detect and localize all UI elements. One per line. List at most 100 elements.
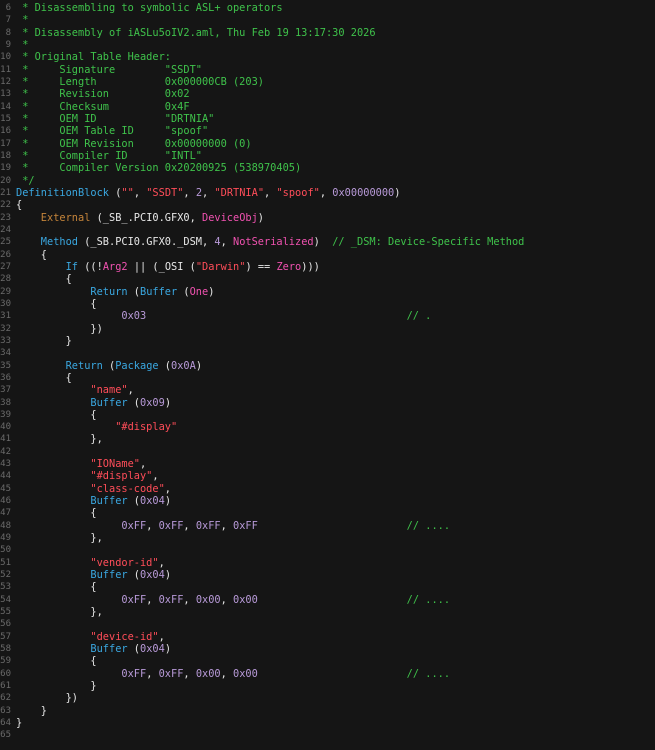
code-token: "vendor-id" bbox=[16, 556, 159, 569]
code-line[interactable]: 49 }, bbox=[0, 532, 655, 544]
code-token: 0xFF bbox=[195, 519, 221, 532]
code-line[interactable]: 39 { bbox=[0, 409, 655, 421]
code-line[interactable]: 41 }, bbox=[0, 433, 655, 445]
code-line[interactable]: 65 bbox=[0, 729, 655, 741]
code-line[interactable]: 31 0x03 // . bbox=[0, 310, 655, 322]
code-line[interactable]: 37 "name", bbox=[0, 384, 655, 396]
code-line[interactable]: 64} bbox=[0, 717, 655, 729]
code-editor[interactable]: 6 * Disassembling to symbolic ASL+ opera… bbox=[0, 0, 655, 750]
code-line[interactable]: 35 Return (Package (0x0A) bbox=[0, 360, 655, 372]
code-token: * Compiler Version 0x20200925 (538970405… bbox=[16, 162, 302, 175]
line-number: 52 bbox=[0, 570, 11, 581]
code-token: // .... bbox=[406, 519, 451, 532]
code-line[interactable]: 32 }) bbox=[0, 323, 655, 335]
line-text: */ bbox=[16, 175, 34, 187]
line-number: 57 bbox=[0, 631, 11, 642]
code-line[interactable]: 45 "class-code", bbox=[0, 483, 655, 495]
code-line[interactable]: 47 { bbox=[0, 507, 655, 519]
code-line[interactable]: 63 } bbox=[0, 705, 655, 717]
code-line[interactable]: 10 * Original Table Header: bbox=[0, 51, 655, 63]
code-line[interactable]: 33 } bbox=[0, 335, 655, 347]
code-line[interactable]: 50 bbox=[0, 544, 655, 556]
code-line[interactable]: 27 If ((!Arg2 || (_OSI ("Darwin") == Zer… bbox=[0, 261, 655, 273]
code-line[interactable]: 30 { bbox=[0, 298, 655, 310]
line-text: * Compiler ID "INTL" bbox=[16, 150, 202, 162]
code-token: ( bbox=[102, 359, 116, 372]
code-line[interactable]: 23 External (_SB_.PCI0.GFX0, DeviceObj) bbox=[0, 212, 655, 224]
code-token: } bbox=[16, 704, 47, 717]
code-line[interactable]: 46 Buffer (0x04) bbox=[0, 495, 655, 507]
code-line[interactable]: 17 * OEM Revision 0x00000000 (0) bbox=[0, 138, 655, 150]
code-token: ((! bbox=[78, 260, 103, 273]
code-line[interactable]: 52 Buffer (0x04) bbox=[0, 569, 655, 581]
code-token: }) bbox=[16, 322, 103, 335]
code-line[interactable]: 29 Return (Buffer (One) bbox=[0, 286, 655, 298]
line-number: 22 bbox=[0, 200, 11, 211]
line-text: * Compiler Version 0x20200925 (538970405… bbox=[16, 162, 301, 174]
line-number: 40 bbox=[0, 422, 11, 433]
code-token: { bbox=[16, 507, 97, 520]
code-line[interactable]: 36 { bbox=[0, 372, 655, 384]
code-line[interactable]: 13 * Revision 0x02 bbox=[0, 88, 655, 100]
code-line[interactable]: 19 * Compiler Version 0x20200925 (538970… bbox=[0, 162, 655, 174]
code-line[interactable]: 43 "IOName", bbox=[0, 458, 655, 470]
line-number: 28 bbox=[0, 274, 11, 285]
code-line[interactable]: 48 0xFF, 0xFF, 0xFF, 0xFF // .... bbox=[0, 520, 655, 532]
code-line[interactable]: 40 "#display" bbox=[0, 421, 655, 433]
code-line[interactable]: 8 * Disassembly of iASLu5oIV2.aml, Thu F… bbox=[0, 27, 655, 39]
line-number: 21 bbox=[0, 187, 11, 198]
code-line[interactable]: 15 * OEM ID "DRTNIA" bbox=[0, 113, 655, 125]
code-line[interactable]: 60 0xFF, 0xFF, 0x00, 0x00 // .... bbox=[0, 668, 655, 680]
code-line[interactable]: 11 * Signature "SSDT" bbox=[0, 64, 655, 76]
code-line[interactable]: 26 { bbox=[0, 249, 655, 261]
code-line[interactable]: 20 */ bbox=[0, 175, 655, 187]
code-line[interactable]: 14 * Checksum 0x4F bbox=[0, 101, 655, 113]
code-line[interactable]: 18 * Compiler ID "INTL" bbox=[0, 150, 655, 162]
code-token: * OEM ID "DRTNIA" bbox=[16, 112, 215, 125]
code-line[interactable]: 62 }) bbox=[0, 692, 655, 704]
code-line[interactable]: 55 }, bbox=[0, 606, 655, 618]
code-line[interactable]: 6 * Disassembling to symbolic ASL+ opera… bbox=[0, 2, 655, 14]
code-token: "name" bbox=[16, 384, 128, 397]
code-token: }, bbox=[16, 532, 103, 545]
code-token: }, bbox=[16, 606, 103, 619]
code-line[interactable]: 58 Buffer (0x04) bbox=[0, 643, 655, 655]
line-number: 10 bbox=[0, 52, 11, 63]
code-line[interactable]: 7 * bbox=[0, 14, 655, 26]
code-line[interactable]: 38 Buffer (0x09) bbox=[0, 397, 655, 409]
line-number: 53 bbox=[0, 582, 11, 593]
code-line[interactable]: 61 } bbox=[0, 680, 655, 692]
code-token: 0x00 bbox=[195, 593, 221, 606]
line-number: 41 bbox=[0, 434, 11, 445]
code-line[interactable]: 59 { bbox=[0, 655, 655, 667]
code-line[interactable]: 51 "vendor-id", bbox=[0, 557, 655, 569]
code-line[interactable]: 9 * bbox=[0, 39, 655, 51]
code-line[interactable]: 53 { bbox=[0, 581, 655, 593]
code-token: , bbox=[319, 186, 333, 199]
line-number: 16 bbox=[0, 126, 11, 137]
code-line[interactable]: 44 "#display", bbox=[0, 470, 655, 482]
code-view[interactable]: 6 * Disassembling to symbolic ASL+ opera… bbox=[0, 2, 655, 742]
code-token: , bbox=[164, 482, 171, 495]
code-line[interactable]: 42 bbox=[0, 446, 655, 458]
line-text: Buffer (0x04) bbox=[16, 495, 171, 507]
code-line[interactable]: 56 bbox=[0, 618, 655, 630]
code-line[interactable]: 25 Method (_SB.PCI0.GFX0._DSM, 4, NotSer… bbox=[0, 236, 655, 248]
line-text: DefinitionBlock ("", "SSDT", 2, "DRTNIA"… bbox=[16, 187, 400, 199]
line-text: 0x03 // . bbox=[16, 310, 431, 322]
code-token: }, bbox=[16, 433, 103, 446]
code-line[interactable]: 57 "device-id", bbox=[0, 631, 655, 643]
line-text: { bbox=[16, 507, 97, 520]
code-line[interactable]: 28 { bbox=[0, 273, 655, 285]
code-line[interactable]: 24 bbox=[0, 224, 655, 236]
code-line[interactable]: 54 0xFF, 0xFF, 0x00, 0x00 // .... bbox=[0, 594, 655, 606]
line-number: 49 bbox=[0, 533, 11, 544]
code-line[interactable]: 22 { bbox=[0, 199, 655, 211]
code-line[interactable]: 34 bbox=[0, 347, 655, 359]
line-text: { bbox=[16, 372, 72, 384]
code-line[interactable]: 12 * Length 0x000000CB (203) bbox=[0, 76, 655, 88]
line-text: Buffer (0x04) bbox=[16, 643, 171, 655]
code-line[interactable]: 21 DefinitionBlock ("", "SSDT", 2, "DRTNI… bbox=[0, 187, 655, 199]
code-line[interactable]: 16 * OEM Table ID "spoof" bbox=[0, 125, 655, 137]
